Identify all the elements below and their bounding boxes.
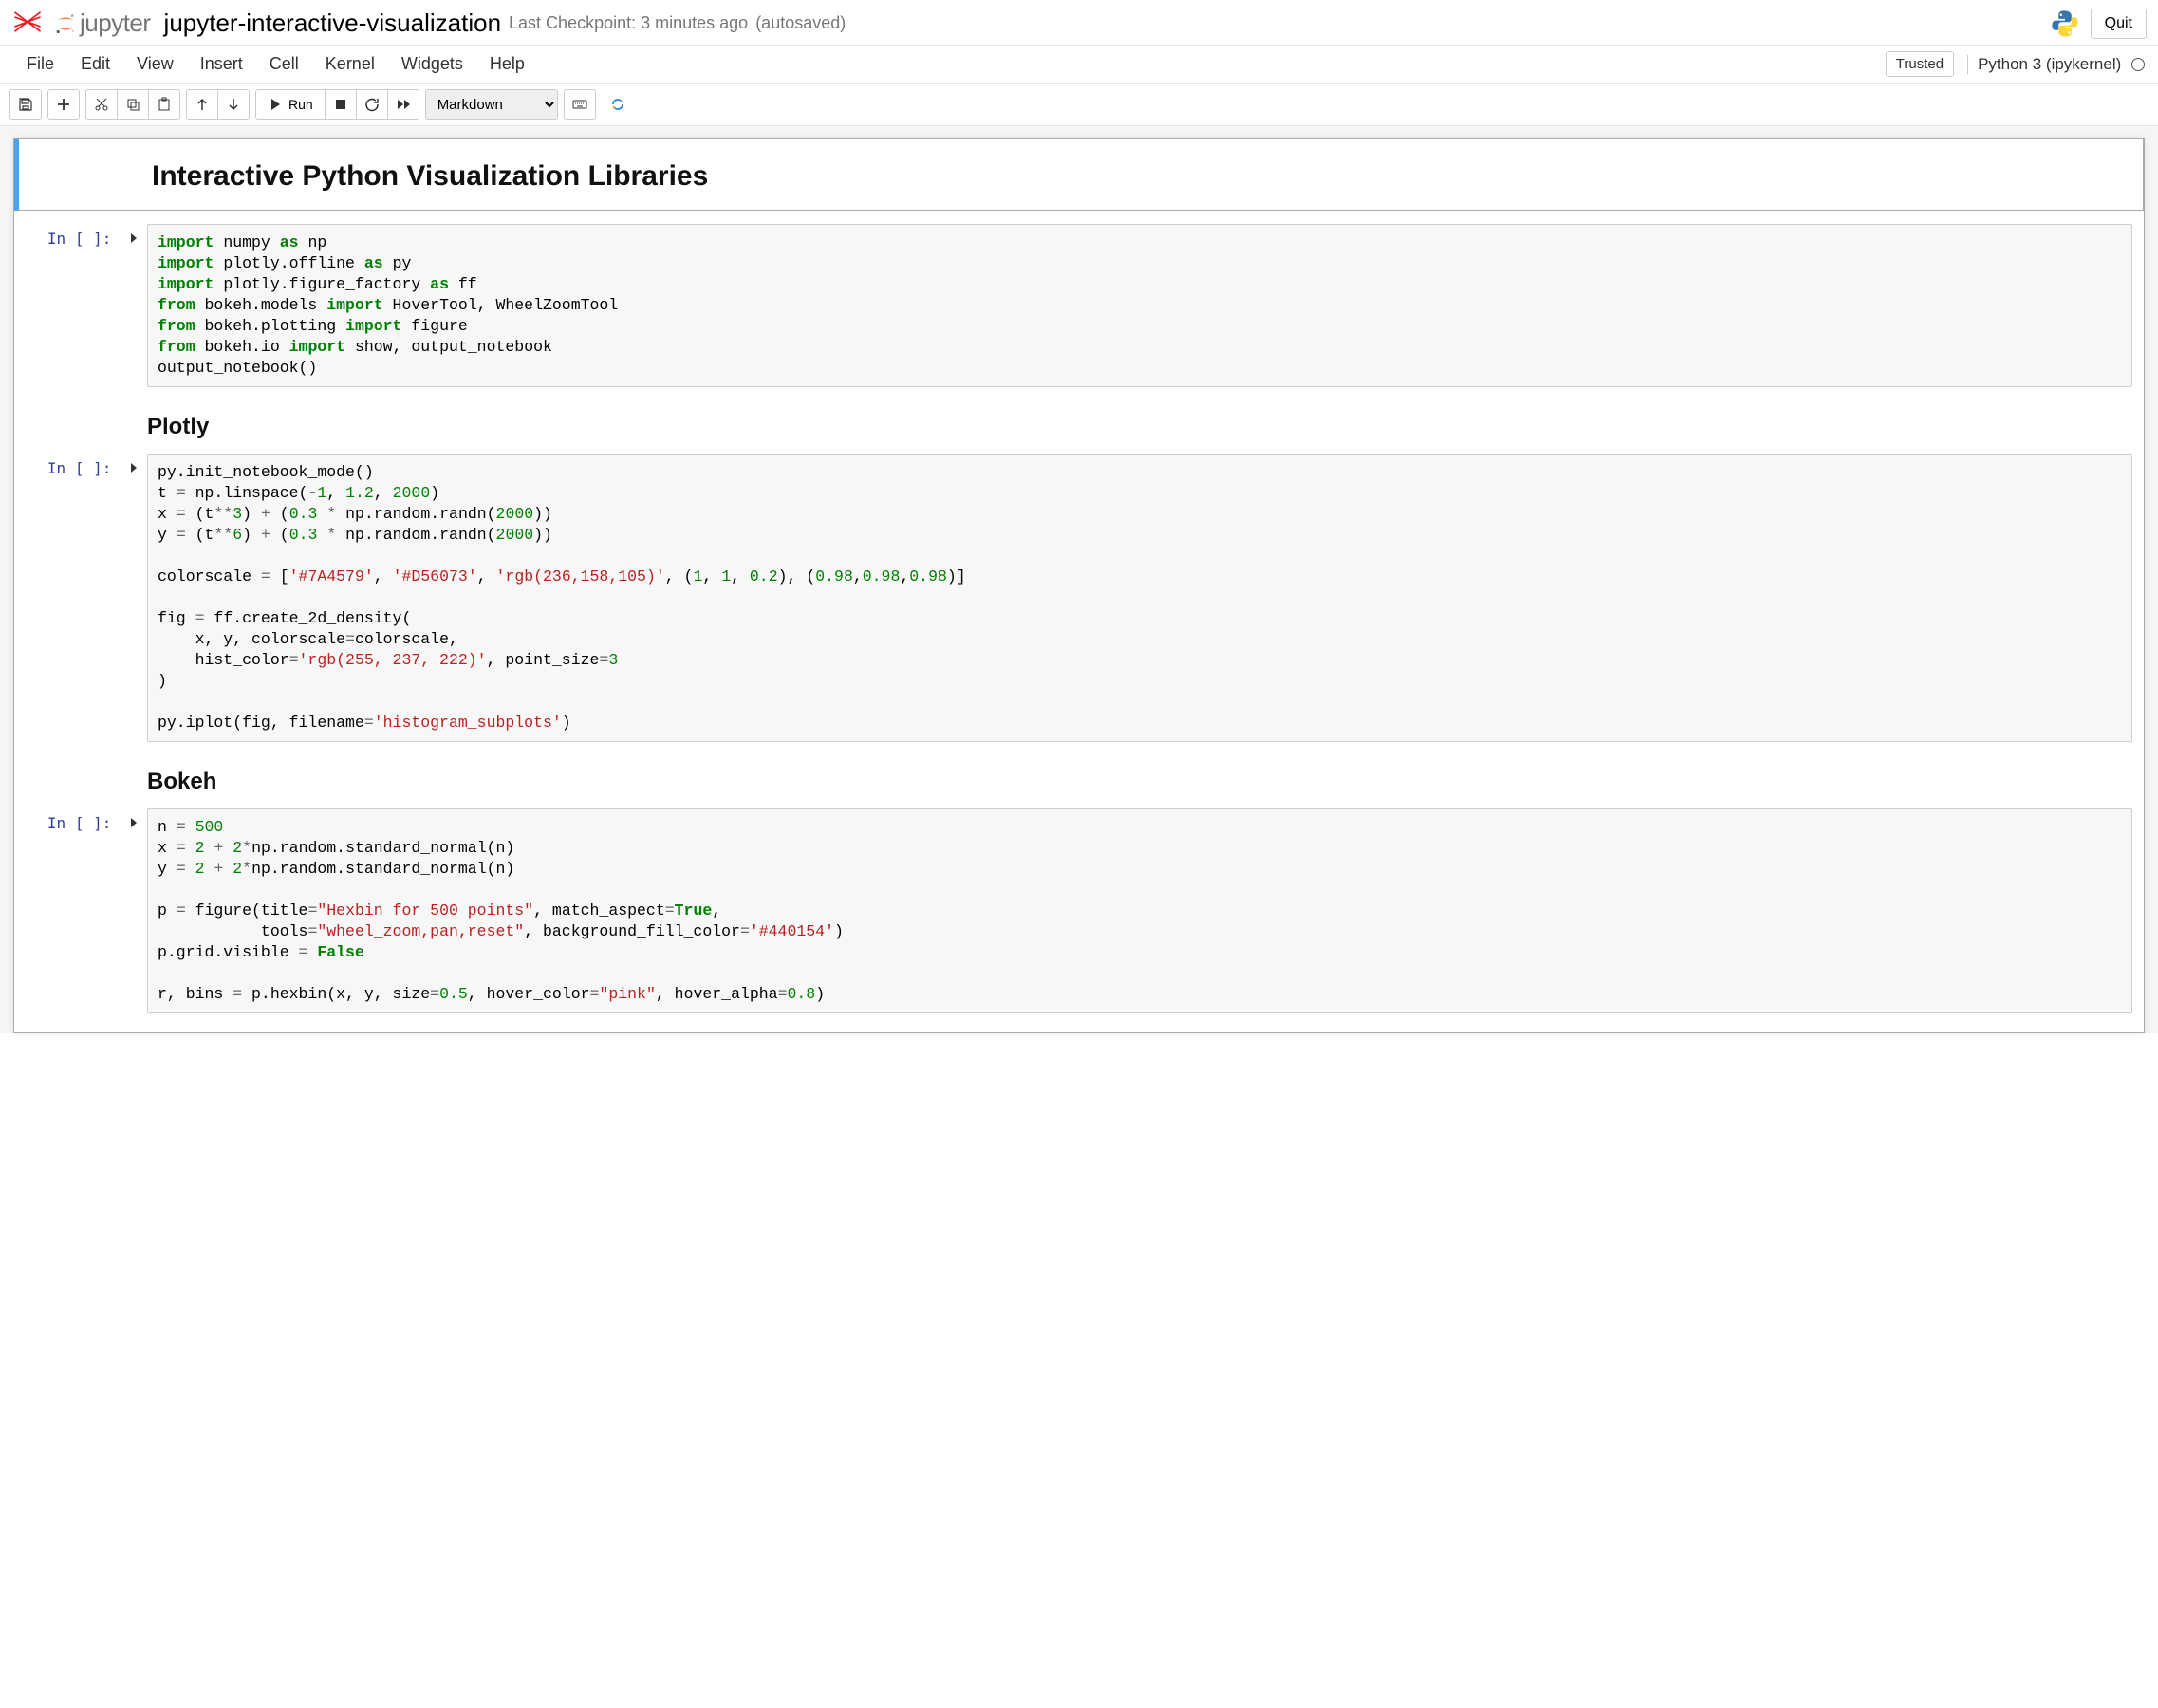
interrupt-button[interactable] xyxy=(325,89,357,120)
menu-edit[interactable]: Edit xyxy=(67,46,123,82)
code-input-area[interactable]: import numpy as np import plotly.offline… xyxy=(147,224,2132,387)
enthought-logo-icon xyxy=(11,6,44,41)
cut-icon xyxy=(94,97,109,112)
section-heading-bokeh: Bokeh xyxy=(147,769,2132,795)
play-icon xyxy=(268,97,283,112)
variable-inspector-button[interactable] xyxy=(602,89,634,120)
prompt-empty xyxy=(19,157,152,193)
menubar: File Edit View Insert Cell Kernel Widget… xyxy=(0,46,2158,84)
code-content[interactable]: py.init_notebook_mode() t = np.linspace(… xyxy=(158,462,2122,733)
cell-markdown-title[interactable]: Interactive Python Visualization Librari… xyxy=(14,139,2144,211)
menu-view[interactable]: View xyxy=(123,46,187,82)
menu-file[interactable]: File xyxy=(13,46,67,82)
restart-button[interactable] xyxy=(356,89,388,120)
restart-icon xyxy=(364,97,380,112)
cell-type-select[interactable]: Markdown xyxy=(425,89,558,120)
save-icon xyxy=(18,97,33,112)
copy-icon xyxy=(125,97,140,112)
cut-button[interactable] xyxy=(85,89,118,120)
prompt-empty xyxy=(14,393,147,440)
input-prompt: In [ ]: xyxy=(14,808,147,1013)
plus-icon xyxy=(56,97,71,112)
checkpoint-text: Last Checkpoint: 3 minutes ago xyxy=(509,13,748,33)
arrow-up-icon xyxy=(195,97,210,112)
code-input-area[interactable]: py.init_notebook_mode() t = np.linspace(… xyxy=(147,454,2132,742)
menu-insert[interactable]: Insert xyxy=(187,46,256,82)
cell-code-imports[interactable]: In [ ]: import numpy as np import plotly… xyxy=(14,220,2144,391)
page-title: Interactive Python Visualization Librari… xyxy=(152,160,2131,193)
toolbar: Run Markdown xyxy=(0,84,2158,126)
cell-markdown-bokeh[interactable]: Bokeh xyxy=(14,746,2144,805)
quit-button[interactable]: Quit xyxy=(2091,9,2147,39)
kernel-idle-icon xyxy=(2131,58,2145,71)
menu-widgets[interactable]: Widgets xyxy=(388,46,476,82)
jupyter-logo[interactable]: jupyter xyxy=(53,9,151,38)
arrow-down-icon xyxy=(226,97,241,112)
code-content[interactable]: import numpy as np import plotly.offline… xyxy=(158,232,2122,379)
code-input-area[interactable]: n = 500 x = 2 + 2*np.random.standard_nor… xyxy=(147,808,2132,1013)
markdown-output: Interactive Python Visualization Librari… xyxy=(152,157,2131,193)
save-button[interactable] xyxy=(9,89,42,120)
keyboard-icon xyxy=(572,97,587,112)
jupyter-wordmark: jupyter xyxy=(80,9,151,38)
paste-icon xyxy=(157,97,172,112)
move-down-button[interactable] xyxy=(217,89,250,120)
kernel-name[interactable]: Python 3 (ipykernel) xyxy=(1967,55,2145,74)
logo-group: jupyter xyxy=(11,6,151,41)
cell-code-plotly[interactable]: In [ ]: py.init_notebook_mode() t = np.l… xyxy=(14,450,2144,746)
trusted-indicator[interactable]: Trusted xyxy=(1886,51,1954,77)
notebook-container: Interactive Python Visualization Librari… xyxy=(13,138,2145,1033)
jupyter-planet-icon xyxy=(53,11,78,36)
insert-cell-button[interactable] xyxy=(47,89,80,120)
notebook-name[interactable]: jupyter-interactive-visualization xyxy=(164,9,501,38)
fast-forward-icon xyxy=(396,97,411,112)
menu-kernel[interactable]: Kernel xyxy=(312,46,388,82)
input-prompt: In [ ]: xyxy=(14,224,147,387)
markdown-output: Plotly xyxy=(147,393,2132,440)
copy-button[interactable] xyxy=(117,89,149,120)
python-logo-icon xyxy=(2049,8,2081,40)
run-button[interactable]: Run xyxy=(255,89,326,120)
run-cell-icon[interactable] xyxy=(124,230,138,248)
move-up-button[interactable] xyxy=(186,89,218,120)
paste-button[interactable] xyxy=(148,89,180,120)
run-label: Run xyxy=(288,97,313,112)
refresh-dots-icon xyxy=(610,97,625,112)
menu-help[interactable]: Help xyxy=(476,46,538,82)
notebook-body: Interactive Python Visualization Librari… xyxy=(0,126,2158,1033)
stop-icon xyxy=(333,97,348,112)
notebook-header: jupyter jupyter-interactive-visualizatio… xyxy=(0,0,2158,46)
command-palette-button[interactable] xyxy=(564,89,596,120)
run-cell-icon[interactable] xyxy=(124,814,138,832)
restart-run-all-button[interactable] xyxy=(387,89,419,120)
menu-cell[interactable]: Cell xyxy=(256,46,312,82)
autosaved-text: (autosaved) xyxy=(755,13,846,33)
section-heading-plotly: Plotly xyxy=(147,414,2132,440)
markdown-output: Bokeh xyxy=(147,748,2132,795)
code-content[interactable]: n = 500 x = 2 + 2*np.random.standard_nor… xyxy=(158,817,2122,1005)
cell-markdown-plotly[interactable]: Plotly xyxy=(14,391,2144,450)
run-cell-icon[interactable] xyxy=(124,459,138,477)
kernel-name-text: Python 3 (ipykernel) xyxy=(1978,55,2121,73)
cell-code-bokeh[interactable]: In [ ]: n = 500 x = 2 + 2*np.random.stan… xyxy=(14,805,2144,1032)
prompt-empty xyxy=(14,748,147,795)
input-prompt: In [ ]: xyxy=(14,454,147,742)
